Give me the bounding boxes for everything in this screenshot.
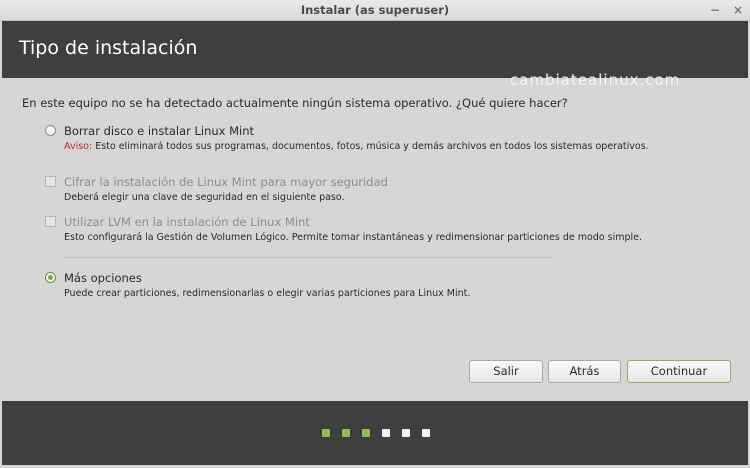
encrypt-label: Cifrar la instalación de Linux Mint para… — [64, 175, 388, 189]
installer-window: Instalar (as superuser) − × Tipo de inst… — [0, 0, 750, 468]
progress-step-dot — [342, 429, 350, 437]
lvm-label: Utilizar LVM en la instalación de Linux … — [64, 215, 310, 229]
options-divider — [64, 257, 552, 258]
lvm-description: Esto configurará la Gestión de Volumen L… — [64, 232, 643, 243]
progress-step-dot — [422, 429, 430, 437]
erase-disk-radio[interactable] — [45, 125, 56, 136]
title-bar[interactable]: Instalar (as superuser) − × — [0, 0, 750, 21]
continue-button[interactable]: Continuar — [627, 360, 731, 383]
erase-disk-label[interactable]: Borrar disco e instalar Linux Mint — [64, 124, 254, 138]
install-question: En este equipo no se ha detectado actual… — [22, 96, 568, 110]
close-icon[interactable]: × — [731, 3, 745, 17]
more-options-label[interactable]: Más opciones — [64, 271, 142, 285]
progress-step-dot — [322, 429, 330, 437]
erase-disk-warning-text: Esto eliminará todos sus programas, docu… — [92, 141, 649, 152]
progress-footer — [2, 401, 748, 465]
progress-step-dot — [382, 429, 390, 437]
page-header: Tipo de instalación — [2, 21, 748, 78]
quit-button[interactable]: Salir — [469, 360, 543, 383]
more-options-radio[interactable] — [45, 272, 56, 283]
encrypt-description: Deberá elegir una clave de seguridad en … — [64, 192, 345, 203]
back-button[interactable]: Atrás — [548, 360, 621, 383]
encrypt-checkbox — [45, 176, 56, 187]
page-title: Tipo de instalación — [19, 37, 198, 59]
progress-step-dot — [362, 429, 370, 437]
lvm-checkbox — [45, 216, 56, 227]
watermark: cambiatealinux.com — [510, 71, 681, 89]
progress-step-dot — [402, 429, 410, 437]
erase-disk-description: Aviso: Esto eliminará todos sus programa… — [64, 141, 649, 152]
more-options-description: Puede crear particiones, redimensionarla… — [64, 288, 471, 299]
window-title: Instalar (as superuser) — [300, 3, 450, 17]
minimize-icon[interactable]: − — [708, 3, 722, 17]
warning-label: Aviso: — [64, 141, 93, 152]
